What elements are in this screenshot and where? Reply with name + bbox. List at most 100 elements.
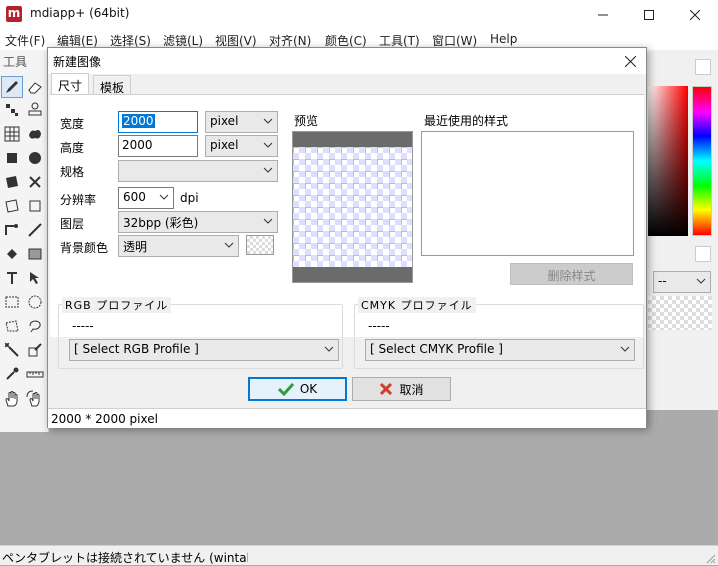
move-tool[interactable]: [24, 267, 46, 289]
height-value: 2000: [122, 138, 153, 152]
preset-select[interactable]: [118, 160, 278, 182]
hue-slider[interactable]: [692, 86, 712, 236]
dialog-close-button[interactable]: [618, 50, 642, 72]
square-fill-tool[interactable]: [1, 147, 23, 169]
height-input[interactable]: 2000: [118, 135, 198, 157]
brush-cross-tool[interactable]: [24, 171, 46, 193]
preview-thumbnail: [292, 131, 413, 283]
filled-circle-icon: [29, 152, 41, 164]
width-unit-select[interactable]: pixel: [205, 111, 278, 133]
polygon-lasso-tool[interactable]: [24, 315, 46, 337]
color-panel: [647, 50, 718, 240]
square-outline-tool[interactable]: [1, 195, 23, 217]
cmyk-profile-name: -----: [368, 319, 390, 333]
chevron-down-icon: [263, 142, 273, 148]
status-bar: ペンタブレットは接続されていません (wintab: [0, 545, 718, 565]
dot-tool[interactable]: [1, 99, 23, 121]
pencil-tool[interactable]: [1, 76, 23, 98]
resolution-select[interactable]: 600: [118, 187, 174, 209]
preview-canvas: [293, 147, 412, 267]
color-saturation-field[interactable]: [648, 86, 688, 236]
stamp-tool[interactable]: [24, 99, 46, 121]
text-tool[interactable]: [1, 267, 23, 289]
close-icon: [624, 55, 636, 67]
background-select[interactable]: 透明: [118, 235, 239, 257]
pen-curve-icon: [5, 224, 18, 235]
ruler-icon: [26, 371, 44, 378]
layer-label: 图层: [60, 217, 85, 231]
app-logo: m: [6, 6, 22, 22]
background-color-swatch[interactable]: [246, 235, 274, 255]
layer-depth-select[interactable]: 32bpp (彩色): [118, 211, 278, 233]
layer-depth-value: 32bpp (彩色): [123, 216, 199, 230]
stamp-icon: [28, 102, 42, 116]
move-arrow-icon: [30, 272, 39, 284]
ok-button[interactable]: OK: [248, 377, 347, 401]
eyedropper-icon: [6, 367, 19, 380]
menu-help[interactable]: Help: [490, 32, 517, 46]
transform-tool[interactable]: [24, 339, 46, 361]
pencil-icon: [6, 81, 18, 93]
chevron-down-icon: [263, 218, 273, 224]
panel-option-box[interactable]: [695, 59, 711, 75]
maximize-icon: [644, 10, 654, 20]
blend-mode-value: --: [658, 274, 667, 288]
pen-tool[interactable]: [1, 219, 23, 241]
resolution-unit: dpi: [180, 191, 199, 205]
resolution-value: 600: [123, 190, 146, 204]
close-icon: [690, 10, 700, 20]
lasso-tool[interactable]: [1, 315, 23, 337]
layer-panel-option-box[interactable]: [695, 246, 711, 262]
eraser-icon: [28, 82, 42, 94]
gradient-tool[interactable]: [24, 243, 46, 265]
grid-icon: [4, 126, 20, 142]
maximize-button[interactable]: [626, 0, 672, 30]
eraser-tool[interactable]: [24, 76, 46, 98]
ruler-tool[interactable]: [24, 363, 46, 385]
rgb-profile-select-value: [ Select RGB Profile ]: [74, 342, 199, 356]
rect-outline-tool[interactable]: [24, 195, 46, 217]
rgb-profile-name: -----: [72, 319, 94, 333]
menu-file[interactable]: 文件(F): [5, 32, 45, 49]
preview-label: 预览: [294, 114, 319, 128]
delete-style-button[interactable]: 删除样式: [510, 263, 633, 285]
ellipse-select-tool[interactable]: [24, 291, 46, 313]
width-input[interactable]: 2000: [118, 111, 198, 133]
rect-select-tool[interactable]: [1, 291, 23, 313]
app-title: mdiapp+ (64bit): [30, 6, 130, 20]
blend-mode-select[interactable]: --: [653, 271, 711, 293]
line-tool[interactable]: [24, 219, 46, 241]
chevron-down-icon: [224, 242, 234, 248]
chevron-down-icon: [696, 278, 706, 284]
cmyk-profile-select[interactable]: [ Select CMYK Profile ]: [365, 339, 635, 361]
cancel-button[interactable]: 取消: [352, 377, 451, 401]
grid-tool[interactable]: [1, 123, 23, 145]
shape-fill-tool[interactable]: [1, 171, 23, 193]
dialog-status-text: 2000 * 2000 pixel: [51, 412, 158, 426]
circle-fill-tool[interactable]: [24, 147, 46, 169]
fill-tool[interactable]: [1, 243, 23, 265]
cancel-label: 取消: [399, 382, 424, 397]
lasso-icon: [29, 320, 41, 333]
polygon-lasso-icon: [5, 320, 19, 332]
hand-tool[interactable]: [1, 388, 23, 410]
cmyk-profile-select-value: [ Select CMYK Profile ]: [370, 342, 503, 356]
square-outline-icon: [29, 200, 41, 212]
rect-select-icon: [5, 296, 19, 308]
rotate-hand-tool[interactable]: [24, 388, 46, 410]
eyedropper-tool[interactable]: [1, 363, 23, 385]
gradient-icon: [28, 248, 42, 260]
layer-thumbnail[interactable]: [648, 296, 712, 330]
dialog-title: 新建图像: [53, 55, 102, 69]
minimize-button[interactable]: [580, 0, 626, 30]
cmyk-profile-title: CMYK プロファイル: [358, 297, 476, 313]
rgb-profile-select[interactable]: [ Select RGB Profile ]: [69, 339, 339, 361]
chevron-down-icon: [324, 346, 334, 352]
close-window-button[interactable]: [672, 0, 718, 30]
layer-panel: --: [647, 240, 718, 410]
tool-panel-title: 工具: [3, 55, 28, 69]
height-unit-select[interactable]: pixel: [205, 135, 278, 157]
blob-tool[interactable]: [24, 123, 46, 145]
recent-styles-list[interactable]: [421, 131, 634, 256]
magic-wand-tool[interactable]: [1, 339, 23, 361]
